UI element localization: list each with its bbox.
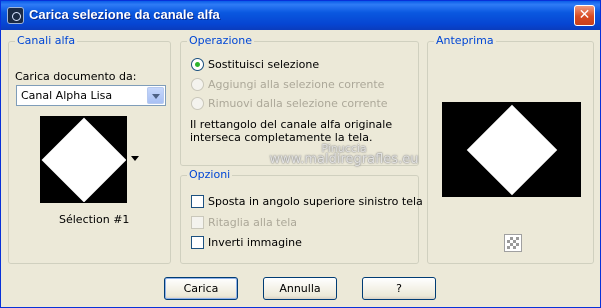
close-button[interactable]: ✕	[574, 5, 595, 26]
app-icon	[7, 7, 24, 24]
selection-thumbnail[interactable]	[40, 116, 127, 203]
chevron-down-icon[interactable]	[147, 87, 164, 104]
info-text-line2: interseca completamente la tela.	[190, 131, 373, 144]
anteprima-group: Anteprima	[427, 34, 594, 264]
canali-alfa-group: Canali alfa Carica documento da: Canal A…	[8, 34, 171, 264]
checkbox-label: Ritaglia alla tela	[208, 216, 298, 229]
help-button[interactable]: ?	[362, 277, 436, 300]
radio-button[interactable]	[191, 58, 204, 71]
title-bar[interactable]: Carica selezione da canale alfa ✕	[1, 1, 600, 30]
annulla-button[interactable]: Annulla	[263, 277, 337, 300]
carica-button[interactable]: Carica	[164, 277, 238, 300]
selection-name: Sélection #1	[59, 213, 130, 226]
radio-button[interactable]	[191, 97, 204, 110]
opzioni-group: Opzioni Sposta in angolo superiore sinis…	[180, 168, 423, 264]
radio-button[interactable]	[191, 78, 204, 91]
info-text-line1: Il rettangolo del canale alfa originale	[190, 118, 393, 131]
checkbox[interactable]	[191, 216, 204, 229]
carica-documento-label: Carica documento da:	[15, 70, 137, 83]
preview-canvas	[442, 102, 581, 197]
documento-dropdown-value: Canal Alpha Lisa	[21, 89, 113, 102]
canali-alfa-label: Canali alfa	[15, 34, 78, 47]
anteprima-label: Anteprima	[434, 34, 496, 47]
radio-label: Aggiungi alla selezione corrente	[208, 78, 385, 91]
operazione-group: Operazione Sostituisci selezione Aggiung…	[180, 34, 419, 166]
operazione-label: Operazione	[187, 34, 254, 47]
checkbox-label: Sposta in angolo superiore sinistro tela	[208, 195, 423, 208]
transparency-checker-icon[interactable]	[504, 234, 522, 252]
checkbox[interactable]	[191, 195, 204, 208]
preview-shape	[466, 104, 557, 195]
dialog-window: Carica selezione da canale alfa ✕ Canali…	[0, 0, 601, 308]
selection-shape	[41, 117, 126, 202]
window-title: Carica selezione da canale alfa	[29, 7, 220, 22]
radio-label: Sostituisci selezione	[208, 58, 320, 71]
thumbnail-dropdown-arrow-icon[interactable]	[128, 116, 142, 203]
opzioni-label: Opzioni	[187, 168, 233, 181]
checkbox-label: Inverti immagine	[208, 236, 302, 249]
radio-label: Rimuovi dalla selezione corrente	[208, 97, 388, 110]
documento-dropdown[interactable]: Canal Alpha Lisa	[16, 85, 166, 106]
checkbox[interactable]	[191, 236, 204, 249]
